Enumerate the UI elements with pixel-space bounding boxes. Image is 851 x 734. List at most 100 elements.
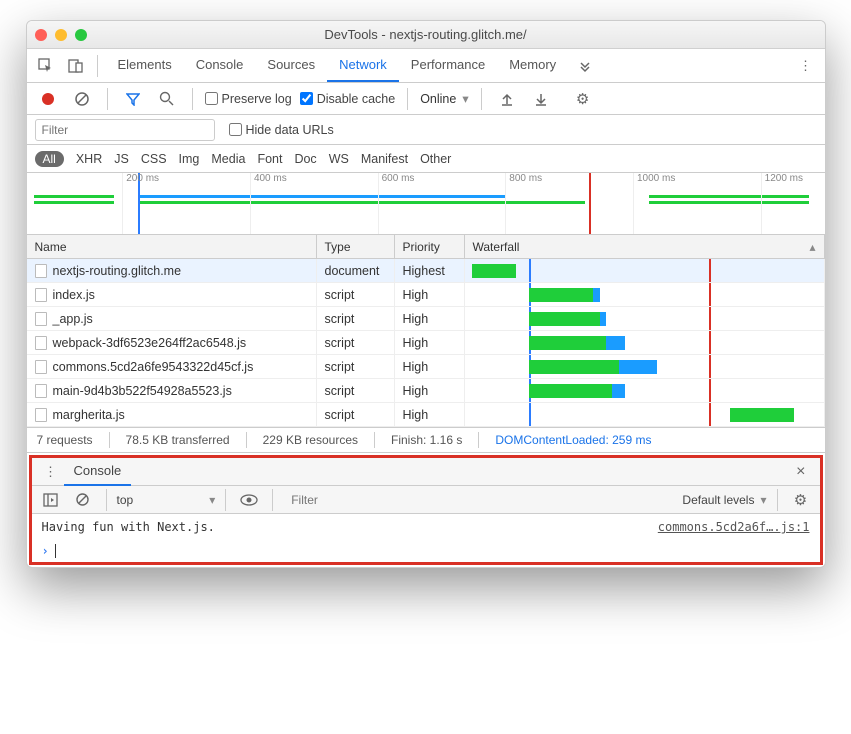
request-name: margherita.js xyxy=(53,408,125,422)
window-title: DevTools - nextjs-routing.glitch.me/ xyxy=(27,27,825,42)
timeline-tick: 600 ms xyxy=(378,173,415,234)
close-drawer-icon[interactable]: × xyxy=(796,463,805,481)
request-waterfall xyxy=(465,355,825,378)
main-menu-icon[interactable]: ⋮ xyxy=(793,53,819,79)
summary-resources: 229 KB resources xyxy=(263,433,358,447)
throttling-select[interactable]: Online▾ xyxy=(420,91,468,106)
main-tabbar: ElementsConsoleSourcesNetworkPerformance… xyxy=(27,49,825,83)
timeline-tick: 400 ms xyxy=(250,173,287,234)
device-toolbar-icon[interactable] xyxy=(63,53,89,79)
request-priority: High xyxy=(395,283,465,306)
console-prompt[interactable]: › xyxy=(32,540,820,562)
summary-finish: Finish: 1.16 s xyxy=(391,433,462,447)
request-row[interactable]: nextjs-routing.glitch.medocumentHighest xyxy=(27,259,825,283)
col-type[interactable]: Type xyxy=(317,235,395,258)
request-priority: Highest xyxy=(395,259,465,282)
type-filter-all[interactable]: All xyxy=(35,151,64,167)
record-button[interactable] xyxy=(35,86,61,112)
live-expression-icon[interactable] xyxy=(236,487,262,513)
console-tab[interactable]: Console xyxy=(64,457,132,486)
type-filter-css[interactable]: CSS xyxy=(141,152,167,166)
timeline-tick: 200 ms xyxy=(122,173,159,234)
request-waterfall xyxy=(465,331,825,354)
summary-requests: 7 requests xyxy=(37,433,93,447)
console-log-line: Having fun with Next.js. commons.5cd2a6f… xyxy=(32,514,820,540)
request-name: commons.5cd2a6fe9543322d45cf.js xyxy=(53,360,254,374)
console-filter-input[interactable] xyxy=(291,490,676,510)
timeline-tick: 1000 ms xyxy=(633,173,675,234)
col-waterfall[interactable]: Waterfall▴ xyxy=(465,235,825,258)
type-filter-img[interactable]: Img xyxy=(179,152,200,166)
import-har-icon[interactable] xyxy=(494,86,520,112)
preserve-log-checkbox[interactable]: Preserve log xyxy=(205,92,292,106)
type-filter-doc[interactable]: Doc xyxy=(294,152,316,166)
request-waterfall xyxy=(465,379,825,402)
request-type: script xyxy=(317,379,395,402)
network-table-header: Name Type Priority Waterfall▴ xyxy=(27,235,825,259)
request-type: script xyxy=(317,403,395,426)
type-filter-other[interactable]: Other xyxy=(420,152,451,166)
console-settings-icon[interactable]: ⚙ xyxy=(788,487,814,513)
col-priority[interactable]: Priority xyxy=(395,235,465,258)
hide-data-urls-checkbox[interactable]: Hide data URLs xyxy=(229,123,334,137)
tab-performance[interactable]: Performance xyxy=(399,49,497,82)
request-waterfall xyxy=(465,259,825,282)
file-icon xyxy=(35,288,47,302)
type-filter-js[interactable]: JS xyxy=(114,152,129,166)
console-message: Having fun with Next.js. xyxy=(42,520,215,534)
console-clear-icon[interactable] xyxy=(70,487,96,513)
type-filter-xhr[interactable]: XHR xyxy=(76,152,102,166)
request-row[interactable]: _app.jsscriptHigh xyxy=(27,307,825,331)
network-filter-input[interactable] xyxy=(35,119,215,141)
titlebar: DevTools - nextjs-routing.glitch.me/ xyxy=(27,21,825,49)
file-icon xyxy=(35,360,47,374)
request-type: script xyxy=(317,307,395,330)
summary-domcontentloaded: DOMContentLoaded: 259 ms xyxy=(495,433,651,447)
inspect-icon[interactable] xyxy=(33,53,59,79)
request-waterfall xyxy=(465,403,825,426)
request-type: script xyxy=(317,355,395,378)
type-filter-ws[interactable]: WS xyxy=(329,152,349,166)
tab-console[interactable]: Console xyxy=(184,49,256,82)
type-filter-media[interactable]: Media xyxy=(211,152,245,166)
log-levels-select[interactable]: Default levels▾ xyxy=(682,493,766,507)
tab-memory[interactable]: Memory xyxy=(497,49,568,82)
disable-cache-checkbox[interactable]: Disable cache xyxy=(300,92,396,106)
summary-transferred: 78.5 KB transferred xyxy=(126,433,230,447)
type-filter-manifest[interactable]: Manifest xyxy=(361,152,408,166)
timeline-tick: 1200 ms xyxy=(761,173,803,234)
request-row[interactable]: margherita.js scriptHigh xyxy=(27,403,825,427)
context-select[interactable]: top▾ xyxy=(117,493,216,507)
request-row[interactable]: index.js scriptHigh xyxy=(27,283,825,307)
request-name: webpack-3df6523e264ff2ac6548.js xyxy=(53,336,247,350)
file-icon xyxy=(35,408,47,422)
clear-icon[interactable] xyxy=(69,86,95,112)
search-icon[interactable] xyxy=(154,86,180,112)
request-row[interactable]: commons.5cd2a6fe9543322d45cf.js scriptHig… xyxy=(27,355,825,379)
more-tabs-icon[interactable] xyxy=(572,53,598,79)
tab-network[interactable]: Network xyxy=(327,49,399,82)
timeline-tick: 800 ms xyxy=(505,173,542,234)
console-sidebar-toggle-icon[interactable] xyxy=(38,487,64,513)
request-type: script xyxy=(317,283,395,306)
file-icon xyxy=(35,384,47,398)
status-bar: 7 requests 78.5 KB transferred 229 KB re… xyxy=(27,427,825,453)
request-priority: High xyxy=(395,355,465,378)
col-name[interactable]: Name xyxy=(27,235,317,258)
tab-sources[interactable]: Sources xyxy=(255,49,327,82)
filter-toggle-icon[interactable] xyxy=(120,86,146,112)
export-har-icon[interactable] xyxy=(528,86,554,112)
request-row[interactable]: webpack-3df6523e264ff2ac6548.jsscriptHig… xyxy=(27,331,825,355)
request-priority: High xyxy=(395,331,465,354)
type-filter-font[interactable]: Font xyxy=(257,152,282,166)
network-settings-icon[interactable]: ⚙ xyxy=(570,86,596,112)
request-row[interactable]: main-9d4b3b522f54928a5523.jsscriptHigh xyxy=(27,379,825,403)
console-source-link[interactable]: commons.5cd2a6f….js:1 xyxy=(658,520,810,534)
timeline-overview[interactable]: 200 ms 400 ms 600 ms 800 ms 1000 ms 1200 ms xyxy=(27,173,825,235)
drawer-menu-icon[interactable]: ⋮ xyxy=(38,459,64,485)
file-icon xyxy=(35,264,47,278)
request-priority: High xyxy=(395,403,465,426)
tab-elements[interactable]: Elements xyxy=(106,49,184,82)
request-name: index.js xyxy=(53,288,95,302)
console-drawer: ⋮ Console × top▾ Default levels▾ ⚙ Havin… xyxy=(29,455,823,565)
